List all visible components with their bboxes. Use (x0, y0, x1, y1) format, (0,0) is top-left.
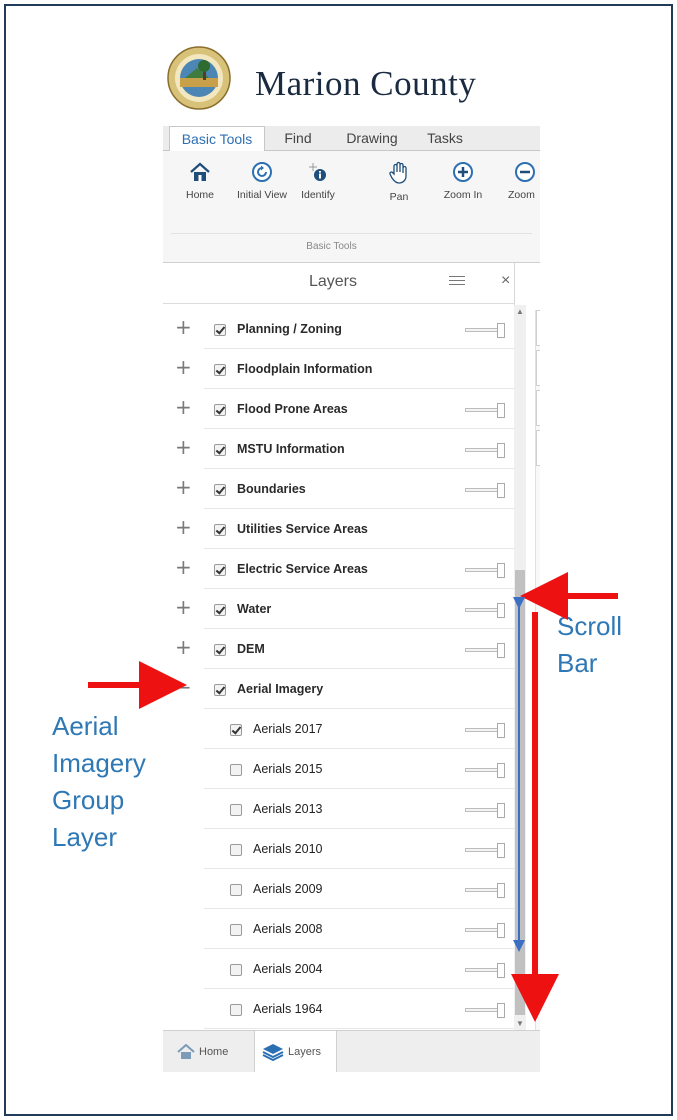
annotation-arrows (88, 572, 618, 1022)
